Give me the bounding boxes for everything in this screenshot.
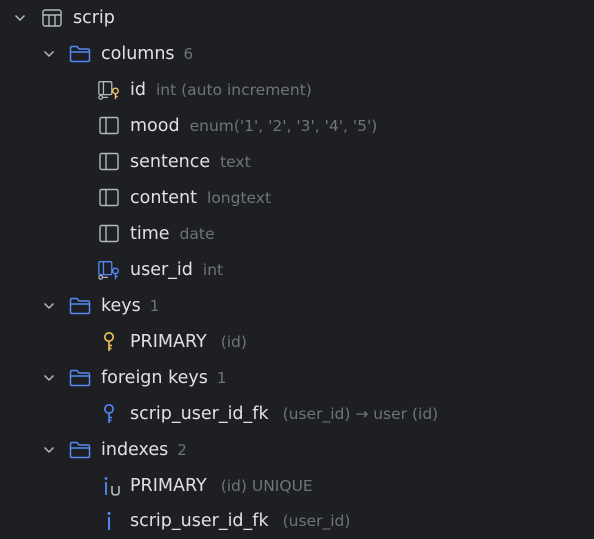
key-detail: (id) (220, 333, 247, 351)
index-label: scrip_user_id_fk (user_id) (130, 510, 350, 532)
chevron-down-icon[interactable] (41, 442, 57, 458)
column-type: int (auto increment) (155, 81, 312, 99)
tree-node-column[interactable]: content longtext (0, 180, 594, 216)
foreign-key-column-icon (97, 258, 121, 282)
column-icon (97, 114, 121, 138)
tree-node-column[interactable]: sentence text (0, 144, 594, 180)
index-name: scrip_user_id_fk (130, 511, 269, 531)
key-icon (97, 330, 121, 354)
tree-node-column[interactable]: time date (0, 216, 594, 252)
column-type: longtext (207, 189, 272, 207)
folder-icon (68, 294, 92, 318)
chevron-down-icon[interactable] (41, 46, 57, 62)
key-label: PRIMARY (id) (130, 331, 247, 353)
folder-label-text: foreign keys (101, 368, 208, 388)
index-label: PRIMARY (id) UNIQUE (130, 475, 313, 497)
tree-node-columns[interactable]: columns 6 (0, 36, 594, 72)
tree-node-foreign-key[interactable]: scrip_user_id_fk (user_id) → user (id) (0, 396, 594, 432)
tree-node-key[interactable]: PRIMARY (id) (0, 324, 594, 360)
tree-node-indexes[interactable]: indexes 2 (0, 432, 594, 468)
column-icon (97, 150, 121, 174)
foreign-key-icon (97, 402, 121, 426)
column-icon (97, 222, 121, 246)
foreign-key-name: scrip_user_id_fk (130, 404, 269, 424)
table-icon (40, 6, 64, 30)
column-name: time (130, 224, 170, 244)
index-detail: (id) UNIQUE (220, 477, 313, 495)
folder-label: keys 1 (101, 295, 159, 317)
folder-icon (68, 366, 92, 390)
folder-label: columns 6 (101, 43, 193, 65)
column-name: mood (130, 116, 180, 136)
column-name: id (130, 80, 146, 100)
column-label: sentence text (130, 151, 251, 173)
chevron-down-icon[interactable] (41, 370, 57, 386)
index-name: PRIMARY (130, 476, 207, 496)
column-label: id int (auto increment) (130, 79, 312, 101)
column-label: user_id int (130, 259, 223, 281)
database-tree: scrip columns 6 id int (auto increment) … (0, 0, 594, 539)
folder-label: indexes 2 (101, 439, 187, 461)
column-type: text (220, 153, 251, 171)
column-type: int (202, 261, 224, 279)
folder-label-text: indexes (101, 440, 169, 460)
item-count: 2 (177, 441, 187, 459)
foreign-key-detail: (user_id) → user (id) (282, 405, 439, 423)
tree-node-column[interactable]: id int (auto increment) (0, 72, 594, 108)
index-detail: (user_id) (282, 512, 351, 530)
tree-node-table-scrip[interactable]: scrip (0, 0, 594, 36)
item-count: 1 (216, 369, 227, 387)
primary-key-column-icon (97, 78, 121, 102)
tree-node-index[interactable]: scrip_user_id_fk (user_id) (0, 503, 594, 539)
tree-node-index[interactable]: PRIMARY (id) UNIQUE (0, 468, 594, 504)
folder-icon (68, 42, 92, 66)
column-type: date (179, 225, 215, 243)
tree-node-column[interactable]: mood enum('1', '2', '3', '4', '5') (0, 108, 594, 144)
table-name: scrip (73, 7, 115, 29)
column-label: time date (130, 223, 215, 245)
key-name: PRIMARY (130, 332, 207, 352)
column-name: sentence (130, 152, 211, 172)
item-count: 1 (149, 297, 160, 315)
column-icon (97, 186, 121, 210)
column-name: user_id (130, 260, 193, 280)
chevron-down-icon[interactable] (41, 298, 57, 314)
column-type: enum('1', '2', '3', '4', '5') (189, 117, 378, 135)
unique-index-icon (100, 474, 124, 498)
column-name: content (130, 188, 198, 208)
item-count: 6 (183, 45, 194, 63)
tree-node-foreign-keys[interactable]: foreign keys 1 (0, 360, 594, 396)
tree-node-keys[interactable]: keys 1 (0, 288, 594, 324)
chevron-down-icon[interactable] (12, 10, 28, 26)
folder-label-text: keys (101, 296, 141, 316)
tree-node-column[interactable]: user_id int (0, 252, 594, 288)
folder-label: foreign keys 1 (101, 367, 226, 389)
folder-label-text: columns (101, 44, 175, 64)
index-icon (97, 509, 121, 533)
foreign-key-label: scrip_user_id_fk (user_id) → user (id) (130, 403, 438, 425)
column-label: content longtext (130, 187, 271, 209)
table-name-text: scrip (73, 8, 115, 28)
column-label: mood enum('1', '2', '3', '4', '5') (130, 115, 377, 137)
folder-icon (68, 438, 92, 462)
